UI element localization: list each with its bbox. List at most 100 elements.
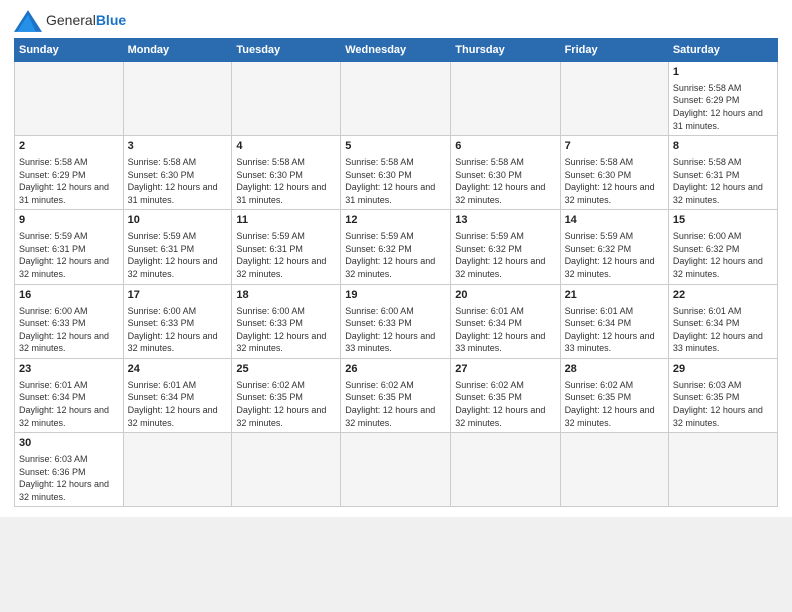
day-number: 24 <box>128 362 228 377</box>
day-info: Sunrise: 5:59 AM Sunset: 6:31 PM Dayligh… <box>236 230 336 280</box>
day-cell: 11 Sunrise: 5:59 AM Sunset: 6:31 PM Dayli… <box>232 210 341 284</box>
day-number: 11 <box>236 213 336 228</box>
day-number: 13 <box>455 213 555 228</box>
weekday-header-sunday: Sunday <box>15 39 124 62</box>
day-cell: 21 Sunrise: 6:01 AM Sunset: 6:34 PM Dayli… <box>560 284 668 358</box>
day-info: Sunrise: 5:58 AM Sunset: 6:30 PM Dayligh… <box>455 156 555 206</box>
day-number: 25 <box>236 362 336 377</box>
day-cell <box>560 433 668 507</box>
week-row-0: 1Sunrise: 5:58 AM Sunset: 6:29 PM Daylig… <box>15 62 778 136</box>
day-number: 6 <box>455 139 555 154</box>
day-number: 23 <box>19 362 119 377</box>
page: GeneralBlue SundayMondayTuesdayWednesday… <box>0 0 792 517</box>
day-number: 4 <box>236 139 336 154</box>
day-info: Sunrise: 5:59 AM Sunset: 6:32 PM Dayligh… <box>345 230 446 280</box>
weekday-header-tuesday: Tuesday <box>232 39 341 62</box>
day-cell <box>232 62 341 136</box>
day-cell <box>123 433 232 507</box>
day-number: 29 <box>673 362 773 377</box>
day-number: 3 <box>128 139 228 154</box>
day-number: 5 <box>345 139 446 154</box>
day-info: Sunrise: 6:01 AM Sunset: 6:34 PM Dayligh… <box>128 379 228 429</box>
day-info: Sunrise: 6:01 AM Sunset: 6:34 PM Dayligh… <box>19 379 119 429</box>
day-number: 1 <box>673 65 773 80</box>
day-number: 21 <box>565 288 664 303</box>
day-number: 18 <box>236 288 336 303</box>
day-cell <box>668 433 777 507</box>
weekday-header-monday: Monday <box>123 39 232 62</box>
day-cell <box>123 62 232 136</box>
day-info: Sunrise: 6:02 AM Sunset: 6:35 PM Dayligh… <box>565 379 664 429</box>
day-cell: 24 Sunrise: 6:01 AM Sunset: 6:34 PM Dayli… <box>123 358 232 432</box>
day-cell: 7Sunrise: 5:58 AM Sunset: 6:30 PM Daylig… <box>560 136 668 210</box>
day-number: 26 <box>345 362 446 377</box>
weekday-header-wednesday: Wednesday <box>341 39 451 62</box>
day-info: Sunrise: 6:00 AM Sunset: 6:33 PM Dayligh… <box>128 305 228 355</box>
day-cell <box>15 62 124 136</box>
day-number: 12 <box>345 213 446 228</box>
day-cell <box>232 433 341 507</box>
day-info: Sunrise: 6:03 AM Sunset: 6:35 PM Dayligh… <box>673 379 773 429</box>
day-cell: 30Sunrise: 6:03 AM Sunset: 6:36 PM Dayli… <box>15 433 124 507</box>
day-cell: 26 Sunrise: 6:02 AM Sunset: 6:35 PM Dayli… <box>341 358 451 432</box>
day-cell <box>560 62 668 136</box>
calendar-body: 1 Sunrise: 5:58 AM Sunset: 6:29 PM Daylig… <box>15 62 778 507</box>
day-cell: 18Sunrise: 6:00 AM Sunset: 6:33 PM Dayli… <box>232 284 341 358</box>
day-info: Sunrise: 6:03 AM Sunset: 6:36 PM Dayligh… <box>19 453 119 503</box>
day-number: 10 <box>128 213 228 228</box>
day-info: Sunrise: 6:00 AM Sunset: 6:32 PM Dayligh… <box>673 230 773 280</box>
day-number: 16 <box>19 288 119 303</box>
day-number: 2 <box>19 139 119 154</box>
day-cell: 20 Sunrise: 6:01 AM Sunset: 6:34 PM Dayli… <box>451 284 560 358</box>
weekday-header-friday: Friday <box>560 39 668 62</box>
day-number: 28 <box>565 362 664 377</box>
day-cell: 8Sunrise: 5:58 AM Sunset: 6:31 PM Daylig… <box>668 136 777 210</box>
day-cell <box>451 62 560 136</box>
day-cell: 10 Sunrise: 5:59 AM Sunset: 6:31 PM Dayli… <box>123 210 232 284</box>
weekday-row: SundayMondayTuesdayWednesdayThursdayFrid… <box>15 39 778 62</box>
day-cell <box>341 62 451 136</box>
day-info: Sunrise: 5:58 AM Sunset: 6:30 PM Dayligh… <box>345 156 446 206</box>
day-number: 8 <box>673 139 773 154</box>
day-cell: 9Sunrise: 5:59 AM Sunset: 6:31 PM Daylig… <box>15 210 124 284</box>
day-info: Sunrise: 5:58 AM Sunset: 6:30 PM Dayligh… <box>128 156 228 206</box>
day-info: Sunrise: 6:02 AM Sunset: 6:35 PM Dayligh… <box>345 379 446 429</box>
day-number: 15 <box>673 213 773 228</box>
day-cell: 5 Sunrise: 5:58 AM Sunset: 6:30 PM Daylig… <box>341 136 451 210</box>
day-cell <box>341 433 451 507</box>
day-info: Sunrise: 5:59 AM Sunset: 6:31 PM Dayligh… <box>128 230 228 280</box>
day-info: Sunrise: 6:00 AM Sunset: 6:33 PM Dayligh… <box>345 305 446 355</box>
day-info: Sunrise: 6:01 AM Sunset: 6:34 PM Dayligh… <box>455 305 555 355</box>
day-cell: 16Sunrise: 6:00 AM Sunset: 6:33 PM Dayli… <box>15 284 124 358</box>
calendar-table: SundayMondayTuesdayWednesdayThursdayFrid… <box>14 38 778 507</box>
day-cell: 6 Sunrise: 5:58 AM Sunset: 6:30 PM Daylig… <box>451 136 560 210</box>
weekday-header-thursday: Thursday <box>451 39 560 62</box>
day-cell: 2 Sunrise: 5:58 AM Sunset: 6:29 PM Daylig… <box>15 136 124 210</box>
day-number: 9 <box>19 213 119 228</box>
day-number: 20 <box>455 288 555 303</box>
day-cell: 13 Sunrise: 5:59 AM Sunset: 6:32 PM Dayli… <box>451 210 560 284</box>
day-cell: 25 Sunrise: 6:02 AM Sunset: 6:35 PM Dayli… <box>232 358 341 432</box>
day-info: Sunrise: 5:58 AM Sunset: 6:30 PM Dayligh… <box>565 156 664 206</box>
day-info: Sunrise: 5:58 AM Sunset: 6:29 PM Dayligh… <box>19 156 119 206</box>
day-cell: 3 Sunrise: 5:58 AM Sunset: 6:30 PM Daylig… <box>123 136 232 210</box>
day-cell: 14Sunrise: 5:59 AM Sunset: 6:32 PM Dayli… <box>560 210 668 284</box>
week-row-2: 9 Sunrise: 5:59 AM Sunset: 6:31 PM Daylig… <box>15 210 778 284</box>
day-cell: 22Sunrise: 6:01 AM Sunset: 6:34 PM Dayli… <box>668 284 777 358</box>
week-row-5: 30Sunrise: 6:03 AM Sunset: 6:36 PM Dayli… <box>15 433 778 507</box>
logo-icon <box>14 10 42 32</box>
day-cell: 17Sunrise: 6:00 AM Sunset: 6:33 PM Dayli… <box>123 284 232 358</box>
day-info: Sunrise: 6:01 AM Sunset: 6:34 PM Dayligh… <box>565 305 664 355</box>
day-cell: 1Sunrise: 5:58 AM Sunset: 6:29 PM Daylig… <box>668 62 777 136</box>
day-info: Sunrise: 6:01 AM Sunset: 6:34 PM Dayligh… <box>673 305 773 355</box>
day-cell: 15 Sunrise: 6:00 AM Sunset: 6:32 PM Dayli… <box>668 210 777 284</box>
day-cell: 19Sunrise: 6:00 AM Sunset: 6:33 PM Dayli… <box>341 284 451 358</box>
day-info: Sunrise: 5:59 AM Sunset: 6:32 PM Dayligh… <box>455 230 555 280</box>
day-number: 27 <box>455 362 555 377</box>
weekday-header-saturday: Saturday <box>668 39 777 62</box>
day-cell: 28 Sunrise: 6:02 AM Sunset: 6:35 PM Dayli… <box>560 358 668 432</box>
logo: GeneralBlue <box>14 10 126 32</box>
day-info: Sunrise: 6:02 AM Sunset: 6:35 PM Dayligh… <box>455 379 555 429</box>
day-number: 14 <box>565 213 664 228</box>
day-info: Sunrise: 6:02 AM Sunset: 6:35 PM Dayligh… <box>236 379 336 429</box>
